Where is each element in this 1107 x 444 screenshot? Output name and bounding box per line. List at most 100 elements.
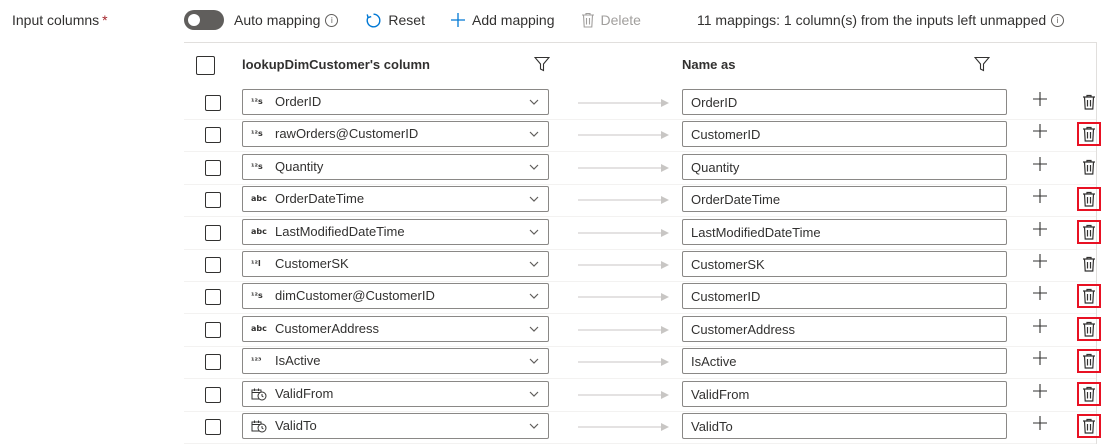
trash-icon [1083, 191, 1095, 207]
target-name-input[interactable] [682, 348, 1007, 374]
row-checkbox[interactable] [205, 322, 221, 338]
add-column-plus-icon[interactable] [1032, 91, 1048, 107]
trash-icon [1083, 94, 1095, 110]
row-checkbox[interactable] [205, 289, 221, 305]
row-checkbox[interactable] [205, 127, 221, 143]
source-column-dropdown[interactable]: abc CustomerAddress [242, 316, 549, 342]
source-column-dropdown[interactable]: abc OrderDateTime [242, 186, 549, 212]
datetime-type-icon [251, 382, 267, 406]
mapping-row: ¹²³ IsActive [184, 346, 1101, 379]
mapping-summary-text: 11 mappings: 1 column(s) from the inputs… [697, 12, 1047, 28]
mapping-arrow-icon [578, 326, 669, 334]
select-all-checkbox[interactable] [196, 56, 215, 75]
trash-icon [1083, 353, 1095, 369]
field-label-text: Input columns [12, 12, 100, 28]
trash-icon [1083, 418, 1095, 434]
mapping-arrow-icon [578, 391, 669, 399]
source-column-dropdown[interactable]: ValidFrom [242, 381, 549, 407]
data-type-badge: ¹²l [251, 259, 261, 268]
row-checkbox[interactable] [205, 192, 221, 208]
delete-row-button[interactable] [1077, 252, 1101, 276]
target-name-input[interactable] [682, 413, 1007, 439]
add-column-plus-icon[interactable] [1032, 188, 1048, 204]
delete-row-button[interactable] [1077, 284, 1101, 308]
add-column-plus-icon[interactable] [1032, 383, 1048, 399]
target-name-input[interactable] [682, 316, 1007, 342]
reset-button[interactable]: Reset [365, 12, 425, 29]
target-name-input[interactable] [682, 381, 1007, 407]
add-column-plus-icon[interactable] [1032, 253, 1048, 269]
source-column-dropdown[interactable]: ¹²s OrderID [242, 89, 549, 115]
add-column-plus-icon[interactable] [1032, 285, 1048, 301]
add-column-plus-icon[interactable] [1032, 318, 1048, 334]
mapping-arrow-icon [578, 164, 669, 172]
auto-mapping-label: Auto mapping [234, 12, 321, 28]
add-column-plus-icon[interactable] [1032, 123, 1048, 139]
chevron-down-icon [529, 164, 539, 170]
delete-row-button[interactable] [1077, 155, 1101, 179]
source-filter-icon[interactable] [534, 56, 550, 72]
chevron-down-icon [529, 391, 539, 397]
source-column-dropdown[interactable]: ValidTo [242, 413, 549, 439]
target-name-input[interactable] [682, 219, 1007, 245]
add-column-plus-icon[interactable] [1032, 156, 1048, 172]
mapping-row: ¹²s Quantity [184, 152, 1096, 185]
target-name-input[interactable] [682, 283, 1007, 309]
delete-row-button[interactable] [1077, 317, 1101, 341]
add-column-plus-icon[interactable] [1032, 221, 1048, 237]
auto-mapping-info-icon[interactable]: i [325, 13, 339, 27]
delete-row-button[interactable] [1077, 220, 1101, 244]
delete-row-button[interactable] [1077, 187, 1101, 211]
target-name-input[interactable] [682, 121, 1007, 147]
delete-row-button[interactable] [1077, 349, 1101, 373]
row-checkbox[interactable] [205, 387, 221, 403]
delete-button[interactable]: Delete [581, 12, 641, 28]
add-column-plus-icon[interactable] [1032, 415, 1048, 431]
trash-icon [1083, 224, 1095, 240]
add-column-plus-icon[interactable] [1032, 350, 1048, 366]
row-checkbox[interactable] [205, 257, 221, 273]
target-name-input[interactable] [682, 154, 1007, 180]
mapping-row: ¹²s rawOrders@CustomerID [184, 119, 1101, 152]
auto-mapping-toggle[interactable] [184, 10, 224, 30]
source-column-value: ValidFrom [275, 386, 334, 401]
add-mapping-button[interactable]: Add mapping [450, 12, 555, 28]
source-column-value: dimCustomer@CustomerID [275, 288, 435, 303]
data-type-badge: ¹²s [251, 291, 263, 300]
row-checkbox[interactable] [205, 354, 221, 370]
target-name-input[interactable] [682, 89, 1007, 115]
data-type-badge: ¹²³ [251, 356, 262, 365]
data-type-badge: ¹²s [251, 162, 263, 171]
source-column-dropdown[interactable]: ¹²s dimCustomer@CustomerID [242, 283, 549, 309]
delete-row-button[interactable] [1077, 414, 1101, 438]
row-checkbox[interactable] [205, 419, 221, 435]
delete-row-button[interactable] [1077, 122, 1101, 146]
mapping-row: abc CustomerAddress [184, 314, 1101, 347]
source-column-value: CustomerSK [275, 256, 349, 271]
mapping-row: abc LastModifiedDateTime [184, 217, 1101, 250]
row-checkbox[interactable] [205, 95, 221, 111]
trash-icon [1083, 126, 1095, 142]
row-checkbox[interactable] [205, 160, 221, 176]
target-name-input[interactable] [682, 251, 1007, 277]
source-column-dropdown[interactable]: ¹²³ IsActive [242, 348, 549, 374]
delete-row-button[interactable] [1077, 382, 1101, 406]
mapping-grid: lookupDimCustomer's column Name as ¹²s Or… [184, 42, 1101, 444]
source-column-dropdown[interactable]: ¹²s rawOrders@CustomerID [242, 121, 549, 147]
chevron-down-icon [529, 261, 539, 267]
summary-info-icon[interactable]: i [1051, 14, 1065, 27]
chevron-down-icon [529, 358, 539, 364]
source-column-dropdown[interactable]: ¹²l CustomerSK [242, 251, 549, 277]
mapping-arrow-icon [578, 229, 669, 237]
chevron-down-icon [529, 99, 539, 105]
mapping-row: ¹²l CustomerSK [184, 249, 1096, 282]
source-column-value: OrderID [275, 94, 322, 109]
target-name-input[interactable] [682, 186, 1007, 212]
data-type-badge: ¹²s [251, 129, 263, 138]
source-column-dropdown[interactable]: abc LastModifiedDateTime [242, 219, 549, 245]
target-filter-icon[interactable] [974, 56, 990, 72]
add-mapping-label: Add mapping [471, 12, 555, 28]
delete-row-button[interactable] [1077, 90, 1101, 114]
row-checkbox[interactable] [205, 225, 221, 241]
source-column-dropdown[interactable]: ¹²s Quantity [242, 154, 549, 180]
